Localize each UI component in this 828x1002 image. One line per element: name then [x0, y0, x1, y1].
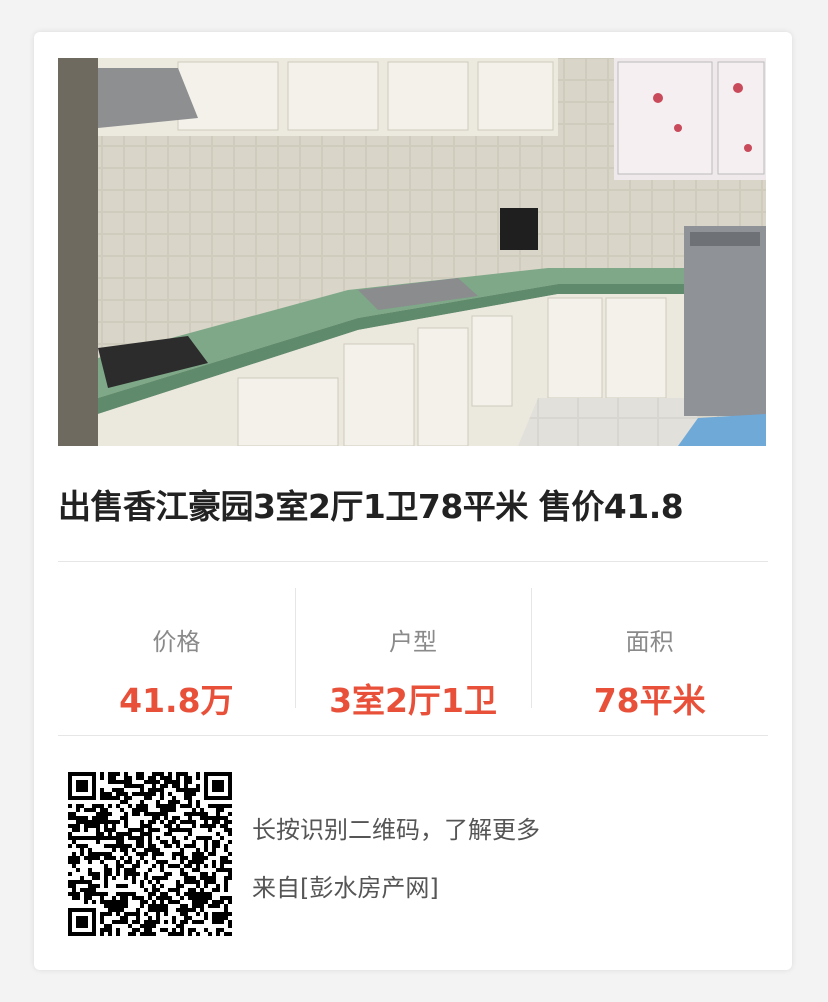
stat-area-value: 78平米: [593, 681, 706, 720]
stat-area: 面积 78平米: [531, 562, 768, 734]
qr-hint-text: 长按识别二维码，了解更多: [252, 816, 540, 844]
qr-code[interactable]: [68, 772, 232, 936]
divider-bottom: [58, 735, 768, 736]
listing-photo[interactable]: [58, 58, 766, 446]
stat-layout-label: 户型: [389, 628, 437, 656]
listing-title[interactable]: 出售香江豪园3室2厅1卫78平米 售价41.8: [58, 480, 770, 528]
stat-layout: 户型 3室2厅1卫: [294, 562, 532, 734]
source-text: 来自[彭水房产网]: [252, 874, 439, 902]
stat-layout-value: 3室2厅1卫: [329, 681, 497, 720]
listing-card[interactable]: 出售香江豪园3室2厅1卫78平米 售价41.8 价格 41.8万 户型 3室2厅…: [34, 32, 792, 970]
stat-price-label: 价格: [152, 628, 201, 656]
stat-price: 价格 41.8万: [58, 562, 295, 734]
qr-code-icon: [68, 772, 232, 936]
stats-row: 价格 41.8万 户型 3室2厅1卫 面积 78平米: [58, 562, 768, 734]
kitchen-photo-illustration: [58, 58, 766, 446]
stat-price-value: 41.8万: [119, 681, 234, 720]
stat-area-label: 面积: [625, 628, 674, 656]
